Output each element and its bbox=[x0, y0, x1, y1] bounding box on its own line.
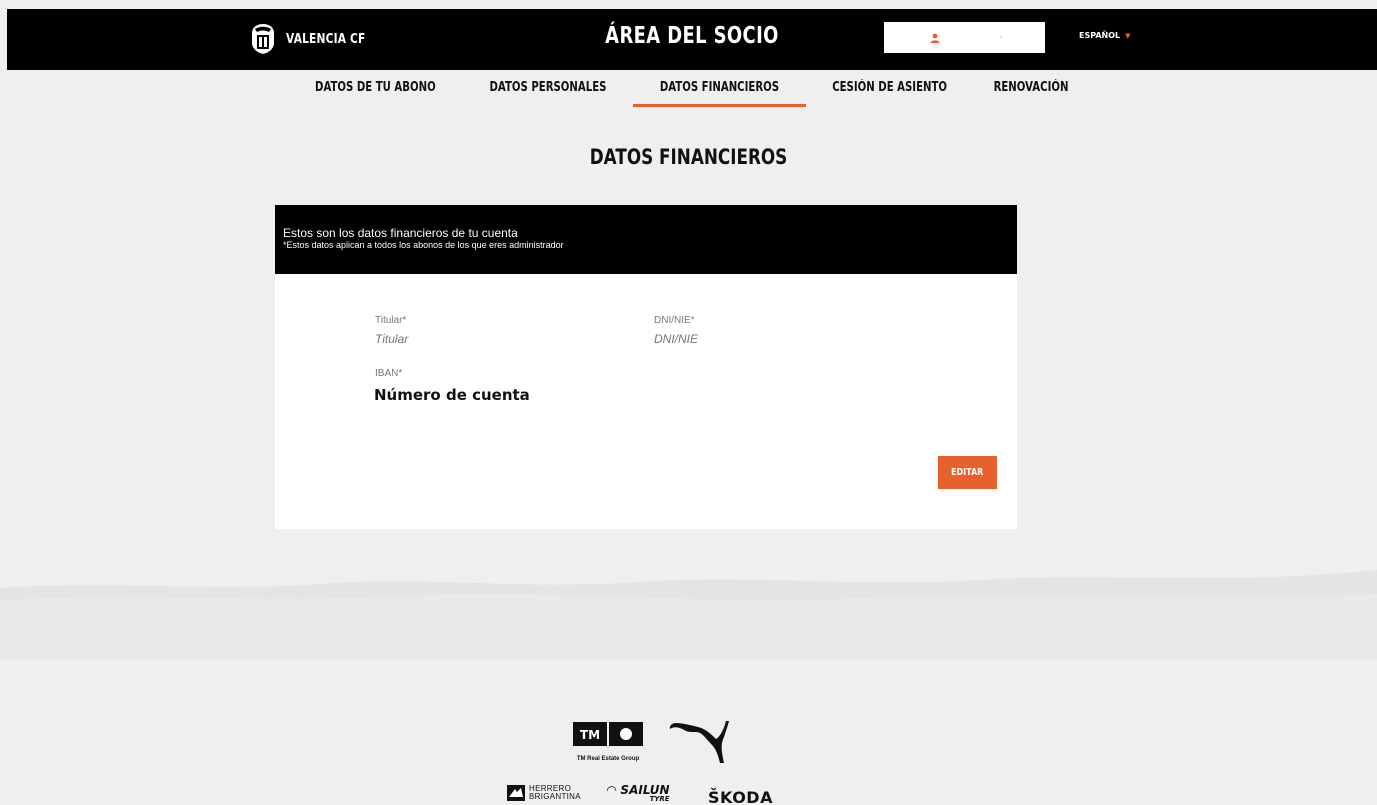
tab-datos-financieros[interactable]: DATOS FINANCIEROS bbox=[632, 80, 806, 107]
herrero-line2: BRIGANTINA bbox=[529, 792, 581, 801]
financial-data-card: Estos son los datos financieros de tu cu… bbox=[275, 205, 1017, 529]
tm-logo-icon: TM TM Real Estate Group bbox=[573, 722, 643, 762]
tab-renovacion[interactable]: RENOVACIÓN bbox=[973, 80, 1089, 107]
herrero-brigantina-logo: HERRERO BRIGANTINA bbox=[507, 785, 581, 801]
card-subheading: *Estos datos aplican a todos los abonos … bbox=[283, 240, 564, 250]
dni-label: DNI/NIE* bbox=[654, 315, 695, 326]
puma-logo-icon bbox=[669, 721, 729, 763]
svg-text:TM: TM bbox=[580, 728, 600, 742]
edit-button[interactable]: EDITAR bbox=[938, 456, 997, 489]
card-heading: Estos son los datos financieros de tu cu… bbox=[283, 226, 518, 240]
iban-value: Número de cuenta bbox=[374, 386, 530, 404]
language-selector[interactable]: ESPAÑOL ▼ bbox=[1079, 31, 1131, 40]
caret-down-icon: ▼ bbox=[1125, 31, 1131, 40]
user-icon bbox=[930, 33, 939, 43]
skoda-logo: ŠKODA bbox=[708, 788, 773, 805]
titular-label: Titular* bbox=[375, 315, 407, 326]
area-title: ÁREA DEL SOCIO bbox=[605, 23, 779, 49]
tab-bar: DATOS DE TU ABONO DATOS PERSONALES DATOS… bbox=[0, 80, 1377, 107]
dni-input[interactable] bbox=[654, 332, 854, 346]
herrero-mark-icon bbox=[507, 785, 525, 801]
titular-input[interactable] bbox=[375, 332, 575, 346]
tab-cesion-asiento[interactable]: CESIÓN DE ASIENTO bbox=[806, 80, 973, 107]
background-texture bbox=[0, 570, 1377, 660]
user-menu[interactable] bbox=[884, 22, 1045, 53]
card-header: Estos son los datos financieros de tu cu… bbox=[275, 205, 1017, 274]
top-header: VALENCIA CF ÁREA DEL SOCIO ESPAÑOL ▼ bbox=[7, 9, 1377, 70]
iban-label: IBAN* bbox=[375, 368, 403, 379]
tab-datos-personales[interactable]: DATOS PERSONALES bbox=[463, 80, 633, 107]
language-label: ESPAÑOL bbox=[1079, 31, 1121, 40]
divider bbox=[1000, 36, 1002, 38]
page-title: DATOS FINANCIEROS bbox=[589, 145, 788, 169]
sailun-mark-icon: ◠ bbox=[607, 783, 617, 797]
sailun-logo: ◠ SAILUN TYRE bbox=[607, 783, 670, 803]
tab-datos-abono[interactable]: DATOS DE TU ABONO bbox=[288, 80, 463, 107]
tm-caption: TM Real Estate Group bbox=[577, 756, 640, 762]
sponsors-bar: TM TM Real Estate Group HERRERO BRIGANTI… bbox=[0, 715, 1377, 805]
